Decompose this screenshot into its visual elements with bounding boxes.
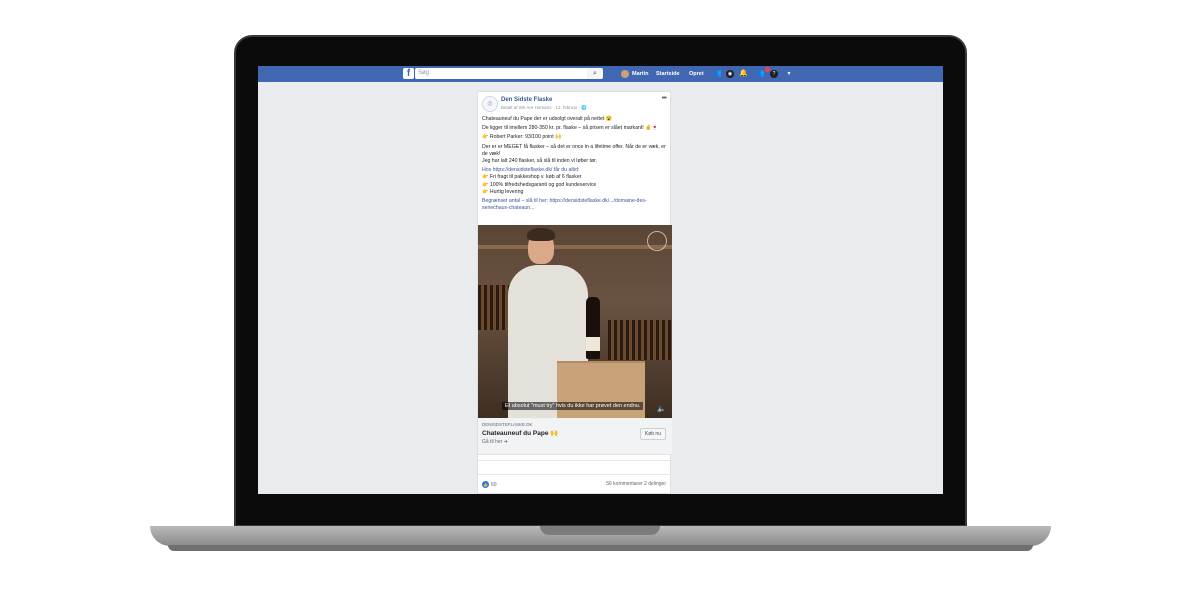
avatar <box>621 70 629 78</box>
search-input[interactable]: Søg <box>415 68 587 79</box>
user-name: Martin <box>632 71 649 77</box>
globe-icon: 🌐 <box>581 105 587 110</box>
shelf <box>478 245 672 249</box>
page-name-link[interactable]: Den Sidste Flaske <box>501 97 552 103</box>
video-subtitle: Et absolut "must try" hvis du ikke har p… <box>502 402 644 410</box>
post-video[interactable]: Et absolut "must try" hvis du ikke har p… <box>478 225 672 418</box>
laptop-foot <box>168 545 1033 551</box>
wine-label <box>586 337 600 351</box>
link-domain: DENSIDSTEFLASKE.DK <box>482 422 533 427</box>
watermark-logo <box>647 231 667 251</box>
wine-rack <box>608 320 672 360</box>
profile-link[interactable]: Martin <box>621 69 649 79</box>
messenger-icon[interactable]: ◉ <box>726 70 734 78</box>
comments-shares-count[interactable]: 56 kommentarer 2 delinger <box>606 481 666 487</box>
link-preview[interactable]: DENSIDSTEFLASKE.DK Chateauneuf du Pape 🙌… <box>478 418 672 455</box>
quick-help-icon[interactable]: 👥 <box>756 70 765 78</box>
post-meta: Betalt af We Are Humans · 13. februar · … <box>501 105 587 110</box>
notifications-icon[interactable]: 🔔 <box>739 70 748 78</box>
link-title[interactable]: Chateauneuf du Pape 🙌 <box>482 429 558 437</box>
sound-icon[interactable]: 🔈 <box>657 405 666 413</box>
like-icon: 👍 <box>482 481 489 488</box>
facebook-logo-icon[interactable]: f <box>403 68 414 79</box>
more-options-icon[interactable]: ••• <box>662 95 667 102</box>
buy-now-button[interactable]: Køb nu <box>639 428 666 440</box>
dropdown-icon[interactable]: ▾ <box>785 70 793 78</box>
facebook-top-bar: f Søg ⌕ Martin Startside Opret 👥 ◉ 🔔 👥 ?… <box>258 66 943 82</box>
reactions-count: 60 <box>491 481 497 488</box>
person-hair <box>527 228 555 241</box>
notification-badge <box>765 67 770 72</box>
create-link[interactable]: Opret <box>689 69 704 79</box>
reactions[interactable]: 👍 60 <box>482 481 497 488</box>
browser-screen: f Søg ⌕ Martin Startside Opret 👥 ◉ 🔔 👥 ?… <box>258 66 943 494</box>
laptop-notch <box>540 526 660 535</box>
search-icon[interactable]: ⌕ <box>587 68 603 79</box>
page-avatar[interactable]: ◎ <box>482 96 498 112</box>
help-icon[interactable]: ? <box>770 70 778 78</box>
friends-icon[interactable]: 👥 <box>713 70 722 78</box>
sponsored-post: ◎ Den Sidste Flaske Betalt af We Are Hum… <box>477 91 672 494</box>
post-text: Chateauneuf du Pape der er udsolgt overa… <box>482 116 666 212</box>
home-link[interactable]: Startside <box>656 69 680 79</box>
divider <box>478 474 672 475</box>
divider <box>478 460 672 461</box>
link-subtitle: Gå til her ➔ <box>482 439 508 445</box>
